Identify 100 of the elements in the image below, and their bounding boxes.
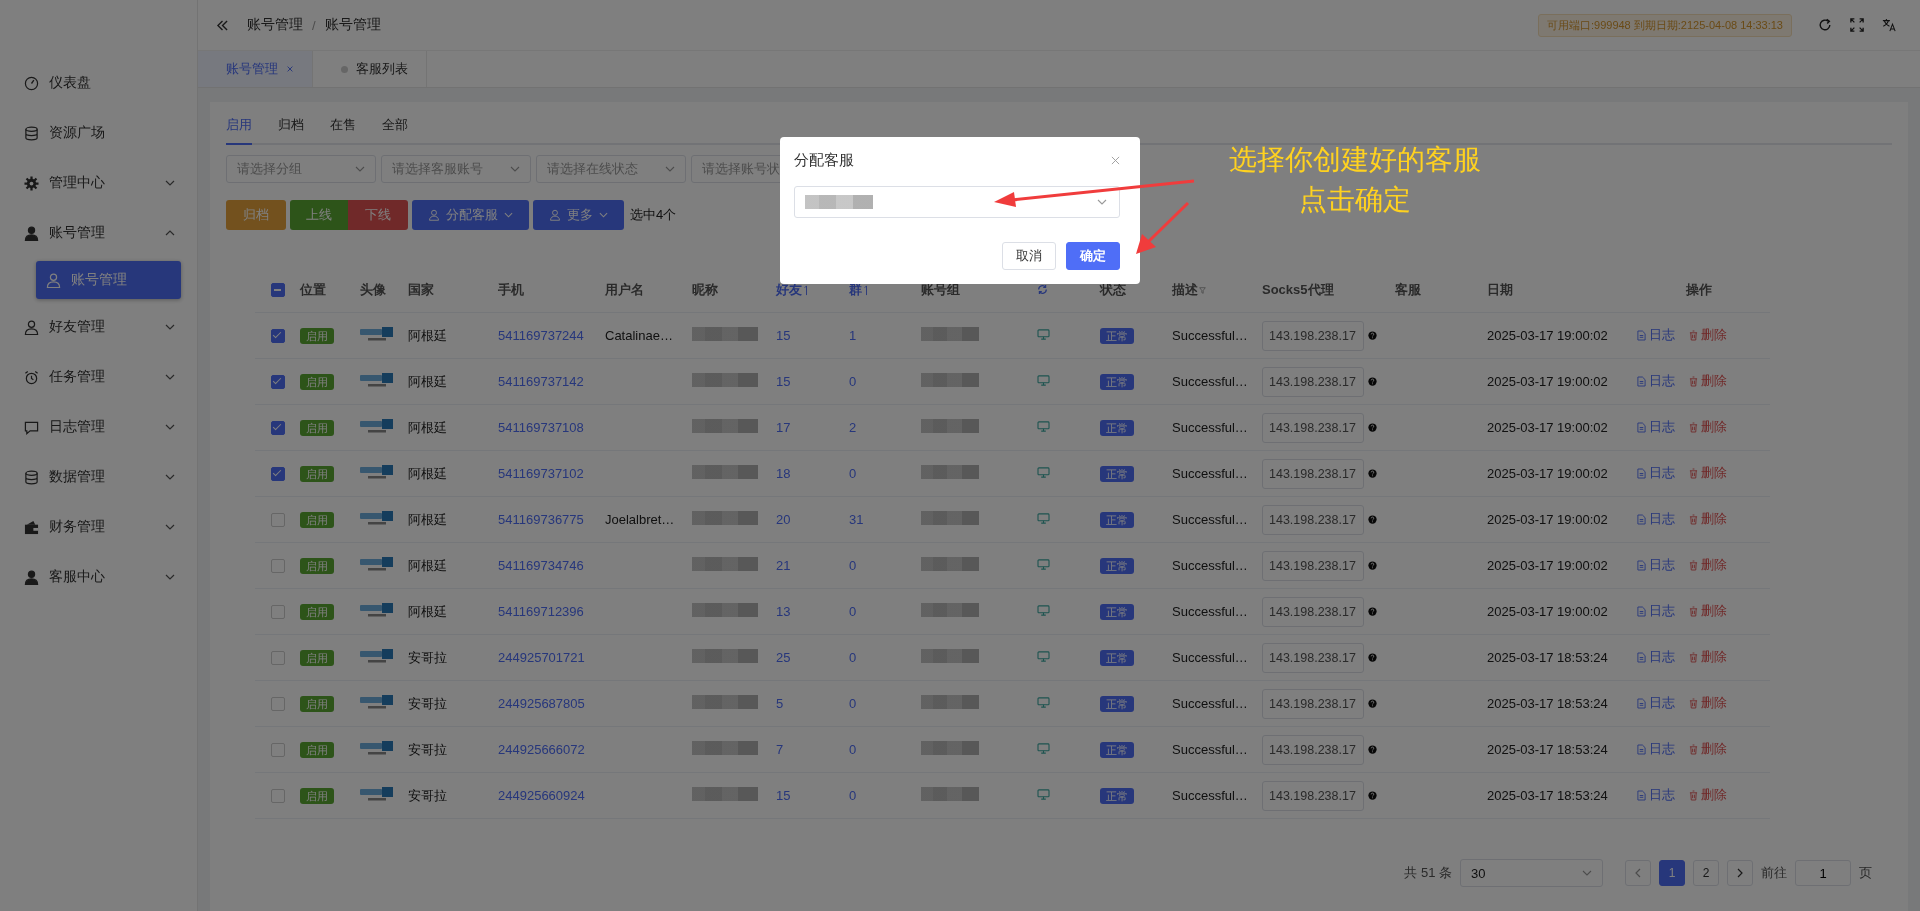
table-cell[interactable]: 15 xyxy=(776,328,849,343)
help-icon[interactable] xyxy=(1368,791,1377,800)
help-icon[interactable] xyxy=(1368,469,1377,478)
row-checkbox[interactable] xyxy=(270,558,285,573)
proxy-input[interactable]: 143.198.238.17 xyxy=(1262,596,1364,627)
fullscreen-icon[interactable] xyxy=(1850,18,1864,32)
sort-arrow-icon[interactable] xyxy=(863,284,870,296)
sidebar-subitem[interactable]: 账号管理 xyxy=(36,261,181,299)
tab[interactable]: 在售 xyxy=(330,116,356,145)
delete-link[interactable]: 删除 xyxy=(1689,557,1727,574)
agent-select[interactable] xyxy=(794,186,1120,218)
phone-link[interactable]: 244925660924 xyxy=(498,788,605,803)
row-checkbox[interactable] xyxy=(270,604,285,619)
refresh-icon[interactable] xyxy=(1037,283,1048,295)
delete-link[interactable]: 删除 xyxy=(1689,465,1727,482)
row-checkbox[interactable] xyxy=(270,788,285,803)
confirm-button[interactable]: 确定 xyxy=(1066,242,1120,270)
row-checkbox[interactable] xyxy=(270,374,285,389)
help-icon[interactable] xyxy=(1368,745,1377,754)
sidebar-item[interactable]: 仪表盘 xyxy=(0,58,197,108)
help-icon[interactable] xyxy=(1368,653,1377,662)
close-icon[interactable] xyxy=(286,65,294,73)
delete-link[interactable]: 删除 xyxy=(1689,649,1727,666)
log-link[interactable]: 日志 xyxy=(1637,787,1675,804)
page-button[interactable]: 1 xyxy=(1659,860,1685,886)
log-link[interactable]: 日志 xyxy=(1637,327,1675,344)
phone-link[interactable]: 541169712396 xyxy=(498,604,605,619)
log-link[interactable]: 日志 xyxy=(1637,373,1675,390)
delete-link[interactable]: 删除 xyxy=(1689,603,1727,620)
delete-link[interactable]: 删除 xyxy=(1689,419,1727,436)
page-tab[interactable]: 账号管理 xyxy=(198,51,313,87)
help-icon[interactable] xyxy=(1368,377,1377,386)
help-icon[interactable] xyxy=(1368,607,1377,616)
sidebar-item[interactable]: 数据管理 xyxy=(0,452,197,502)
table-cell[interactable]: 7 xyxy=(776,742,849,757)
log-link[interactable]: 日志 xyxy=(1637,419,1675,436)
proxy-input[interactable]: 143.198.238.17 xyxy=(1262,550,1364,581)
log-link[interactable]: 日志 xyxy=(1637,465,1675,482)
delete-link[interactable]: 删除 xyxy=(1689,695,1727,712)
table-cell[interactable]: 21 xyxy=(776,558,849,573)
table-cell[interactable]: 20 xyxy=(776,512,849,527)
phone-link[interactable]: 541169736775 xyxy=(498,512,605,527)
table-cell[interactable]: 17 xyxy=(776,420,849,435)
sidebar-item[interactable]: 日志管理 xyxy=(0,402,197,452)
table-cell[interactable]: 13 xyxy=(776,604,849,619)
proxy-input[interactable]: 143.198.238.17 xyxy=(1262,642,1364,673)
filter-icon[interactable] xyxy=(1199,284,1206,296)
delete-link[interactable]: 删除 xyxy=(1689,373,1727,390)
log-link[interactable]: 日志 xyxy=(1637,603,1675,620)
delete-link[interactable]: 删除 xyxy=(1689,787,1727,804)
proxy-input[interactable]: 143.198.238.17 xyxy=(1262,504,1364,535)
proxy-input[interactable]: 143.198.238.17 xyxy=(1262,412,1364,443)
table-cell[interactable]: 2 xyxy=(849,420,921,435)
row-checkbox[interactable] xyxy=(270,420,285,435)
proxy-input[interactable]: 143.198.238.17 xyxy=(1262,366,1364,397)
tab[interactable]: 归档 xyxy=(278,116,304,145)
page-size-select[interactable]: 30 xyxy=(1460,859,1603,887)
close-icon[interactable] xyxy=(1111,156,1120,165)
row-checkbox[interactable] xyxy=(270,512,285,527)
help-icon[interactable] xyxy=(1368,423,1377,432)
toolbar-button[interactable]: 分配客服 xyxy=(412,200,529,230)
table-cell[interactable]: 0 xyxy=(849,788,921,803)
refresh-icon[interactable] xyxy=(1818,18,1832,32)
sidebar-item[interactable]: 账号管理 xyxy=(0,208,197,258)
table-cell[interactable]: 0 xyxy=(849,604,921,619)
proxy-input[interactable]: 143.198.238.17 xyxy=(1262,320,1364,351)
collapse-icon[interactable] xyxy=(216,19,229,31)
log-link[interactable]: 日志 xyxy=(1637,741,1675,758)
table-cell[interactable]: 15 xyxy=(776,374,849,389)
table-cell[interactable]: 18 xyxy=(776,466,849,481)
phone-link[interactable]: 541169734746 xyxy=(498,558,605,573)
log-link[interactable]: 日志 xyxy=(1637,649,1675,666)
toolbar-button[interactable]: 归档 xyxy=(226,200,286,230)
row-checkbox[interactable] xyxy=(270,650,285,665)
delete-link[interactable]: 删除 xyxy=(1689,741,1727,758)
next-page-button[interactable] xyxy=(1727,860,1753,886)
proxy-input[interactable]: 143.198.238.17 xyxy=(1262,734,1364,765)
table-cell[interactable]: 5 xyxy=(776,696,849,711)
row-checkbox[interactable] xyxy=(270,696,285,711)
toolbar-button[interactable]: 更多 xyxy=(533,200,624,230)
toolbar-button[interactable]: 上线 xyxy=(290,200,348,230)
log-link[interactable]: 日志 xyxy=(1637,695,1675,712)
phone-link[interactable]: 541169737102 xyxy=(498,466,605,481)
table-cell[interactable]: 0 xyxy=(849,466,921,481)
breadcrumb-item[interactable]: 账号管理 xyxy=(247,16,303,34)
tab[interactable]: 全部 xyxy=(382,116,408,145)
sidebar-item[interactable]: 资源广场 xyxy=(0,108,197,158)
table-cell[interactable]: 0 xyxy=(849,696,921,711)
column-header[interactable]: 群 xyxy=(849,281,870,299)
table-cell[interactable]: 25 xyxy=(776,650,849,665)
select-all-checkbox[interactable] xyxy=(270,283,285,297)
phone-link[interactable]: 244925687805 xyxy=(498,696,605,711)
toolbar-button[interactable]: 下线 xyxy=(348,200,408,230)
goto-page-input[interactable]: 1 xyxy=(1795,860,1851,886)
sidebar-item[interactable]: 财务管理 xyxy=(0,502,197,552)
phone-link[interactable]: 244925666072 xyxy=(498,742,605,757)
log-link[interactable]: 日志 xyxy=(1637,511,1675,528)
table-cell[interactable]: 0 xyxy=(849,558,921,573)
column-header[interactable]: 好友 xyxy=(776,281,810,299)
row-checkbox[interactable] xyxy=(270,328,285,343)
